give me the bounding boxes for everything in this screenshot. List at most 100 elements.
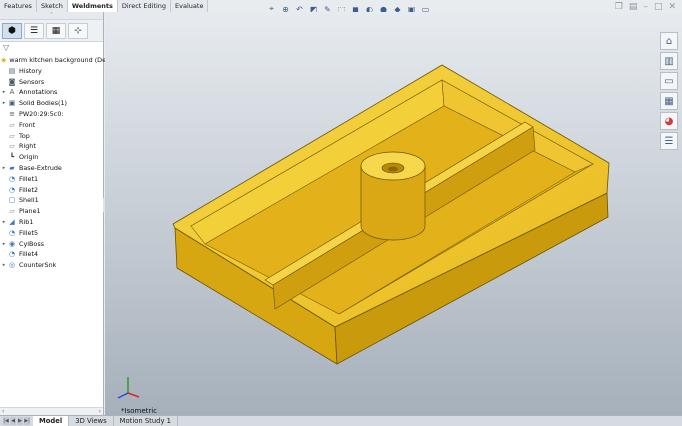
scroll-left-icon[interactable]: ‹ <box>2 408 4 415</box>
expand-arrow-icon[interactable]: ▸ <box>0 87 8 98</box>
tree-item-annotations[interactable]: ▸ A Annotations <box>0 87 103 98</box>
configuration-manager-icon[interactable]: ▦ <box>46 23 66 39</box>
part-icon: ◈ <box>1 56 7 64</box>
horizontal-scrollbar[interactable]: ‹ › <box>0 407 103 415</box>
tree-item-fillet2[interactable]: ◔ Fillet2 <box>0 185 103 196</box>
tree-item-right[interactable]: ▱ Right <box>0 141 103 152</box>
solid-bodies-icon: ▣ <box>8 99 16 108</box>
property-manager-icon[interactable]: ☰ <box>24 23 44 39</box>
tile-icon[interactable]: ▤ <box>629 2 638 12</box>
command-tab-evaluate[interactable]: Evaluate <box>171 0 209 12</box>
task-pane: ⌂ ▥ ▭ ▦ ◕ ☰ <box>660 32 680 150</box>
command-tab-features[interactable]: Features <box>0 0 37 12</box>
tree-root-label: warm kitchen background (Def <box>9 56 109 64</box>
tree-item-label: Top <box>19 131 30 140</box>
tree-item-top[interactable]: ▱ Top <box>0 131 103 142</box>
minimize-icon[interactable]: – <box>643 2 648 12</box>
design-library-icon[interactable]: ▥ <box>660 52 678 70</box>
tree-item-label: Plane1 <box>19 207 41 216</box>
file-explorer-icon[interactable]: ▭ <box>660 72 678 90</box>
tree-item-label: Origin <box>19 153 39 162</box>
plane-icon: ▱ <box>9 142 15 151</box>
prev-tab-icon[interactable]: ◀ <box>10 417 16 425</box>
fillet-icon: ◔ <box>8 185 16 194</box>
sensors-icon: ◙ <box>8 77 16 86</box>
tree-item-label: Fillet4 <box>19 250 39 259</box>
scroll-right-icon[interactable]: › <box>99 408 101 415</box>
graphics-area[interactable]: *Isometric <box>105 12 682 415</box>
tree-item-plane1[interactable]: ▱ Plane1 <box>0 206 103 217</box>
tree-item-label: Right <box>19 142 36 151</box>
expand-arrow-icon[interactable]: ▸ <box>0 98 8 109</box>
tree-item-front[interactable]: ▱ Front <box>0 120 103 131</box>
rib-icon: ◢ <box>9 217 15 226</box>
bottom-tab-3d-views[interactable]: 3D Views <box>69 416 114 426</box>
restore-icon[interactable]: ❐ <box>615 2 623 12</box>
filter-icon[interactable]: ▽ <box>0 42 103 53</box>
fillet-icon: ◔ <box>8 228 16 237</box>
tree-item-label: PW20:29:5c0: <box>19 109 64 118</box>
history-icon: ▤ <box>8 66 16 75</box>
home-icon[interactable]: ⌂ <box>660 32 678 50</box>
tree-item-base-extrude[interactable]: ▸ ▰ Base-Extrude <box>0 163 103 174</box>
close-icon[interactable]: ✕ <box>668 2 676 12</box>
tree-item-label: CylBoss <box>19 239 44 248</box>
tree-item-pw20-29-5c0[interactable]: ≡ PW20:29:5c0: <box>0 109 103 120</box>
tree-item-shell1[interactable]: ▢ Shell1 <box>0 195 103 206</box>
custom-properties-icon[interactable]: ☰ <box>660 132 678 150</box>
shell-icon: ▢ <box>8 196 16 205</box>
first-tab-icon[interactable]: |◀ <box>3 417 9 425</box>
countersink-icon: ◎ <box>8 261 16 270</box>
command-manager-tabs: Features Sketch Weldments Direct Editing Eva… <box>0 0 209 12</box>
appearances-icon[interactable]: ◕ <box>660 112 678 130</box>
tree-item-sensors[interactable]: ◙ Sensors <box>0 77 103 88</box>
fillet-icon: ◔ <box>8 174 16 183</box>
expand-arrow-icon[interactable]: ▸ <box>0 260 8 271</box>
tree-item-label: Rib1 <box>19 217 34 226</box>
tree-item-fillet4[interactable]: ◔ Fillet4 <box>0 249 103 260</box>
view-palette-icon[interactable]: ▦ <box>660 92 678 110</box>
command-tab-weldments[interactable]: Weldments <box>67 0 118 12</box>
tree-item-countersnk[interactable]: ▸ ◎ CounterSnk <box>0 260 103 271</box>
expand-arrow-icon[interactable]: ▸ <box>0 217 8 228</box>
panel-grip[interactable]: ˄ <box>0 12 103 20</box>
last-tab-icon[interactable]: ▶| <box>24 417 30 425</box>
tab-navigation: |◀ ◀ ▶ ▶| <box>0 416 33 426</box>
tree-item-label: Fillet2 <box>19 185 39 194</box>
maximize-icon[interactable]: □ <box>654 2 663 12</box>
feature-manager-icon[interactable]: ⬢ <box>2 23 22 39</box>
tree-item-label: Base-Extrude <box>19 163 62 172</box>
feature-tree: ◈ warm kitchen background (Def ▤ History ◙… <box>0 53 108 271</box>
tree-item-rib1[interactable]: ▸ ◢ Rib1 <box>0 217 103 228</box>
tree-item-fillet1[interactable]: ◔ Fillet1 <box>0 174 103 185</box>
command-tab-sketch[interactable]: Sketch <box>36 0 68 12</box>
reference-triad <box>117 377 140 399</box>
tree-item-label: Annotations <box>19 88 58 97</box>
tree-item-label: Solid Bodies(1) <box>19 99 68 108</box>
next-tab-icon[interactable]: ▶ <box>17 417 23 425</box>
bottom-tabs: |◀ ◀ ▶ ▶| Model 3D Views Motion Study 1 <box>0 415 682 426</box>
extrude-icon: ▰ <box>9 163 15 172</box>
window-controls: ❐ ▤ – □ ✕ <box>615 2 676 12</box>
tree-item-cylboss[interactable]: ▸ ◉ CylBoss <box>0 239 103 250</box>
fillet-icon: ◔ <box>8 250 16 259</box>
expand-arrow-icon[interactable]: ▸ <box>0 239 8 250</box>
origin-icon: ┗ <box>9 153 15 162</box>
tree-root[interactable]: ◈ warm kitchen background (Def <box>0 55 108 66</box>
tree-item-label: Sensors <box>19 77 45 86</box>
dimxpert-icon[interactable]: ⊹ <box>68 23 88 39</box>
part-model[interactable] <box>105 12 682 415</box>
tree-item-origin[interactable]: ┗ Origin <box>0 152 103 163</box>
command-tab-direct-editing[interactable]: Direct Editing <box>117 0 172 12</box>
feature-manager-tabs: ⬢ ☰ ▦ ⊹ <box>0 20 103 42</box>
bottom-tab-model[interactable]: Model <box>33 416 70 426</box>
tree-item-label: Fillet1 <box>19 174 39 183</box>
material-icon: ≡ <box>9 109 15 118</box>
bottom-tab-motion-study-1[interactable]: Motion Study 1 <box>114 416 178 426</box>
tree-item-label: Shell1 <box>19 196 39 205</box>
tree-item-label: CounterSnk <box>19 261 57 270</box>
tree-item-fillet5[interactable]: ◔ Fillet5 <box>0 228 103 239</box>
tree-item-history[interactable]: ▤ History <box>0 66 103 77</box>
expand-arrow-icon[interactable]: ▸ <box>0 163 8 174</box>
tree-item-solid-bodies-1[interactable]: ▸ ▣ Solid Bodies(1) <box>0 98 103 109</box>
